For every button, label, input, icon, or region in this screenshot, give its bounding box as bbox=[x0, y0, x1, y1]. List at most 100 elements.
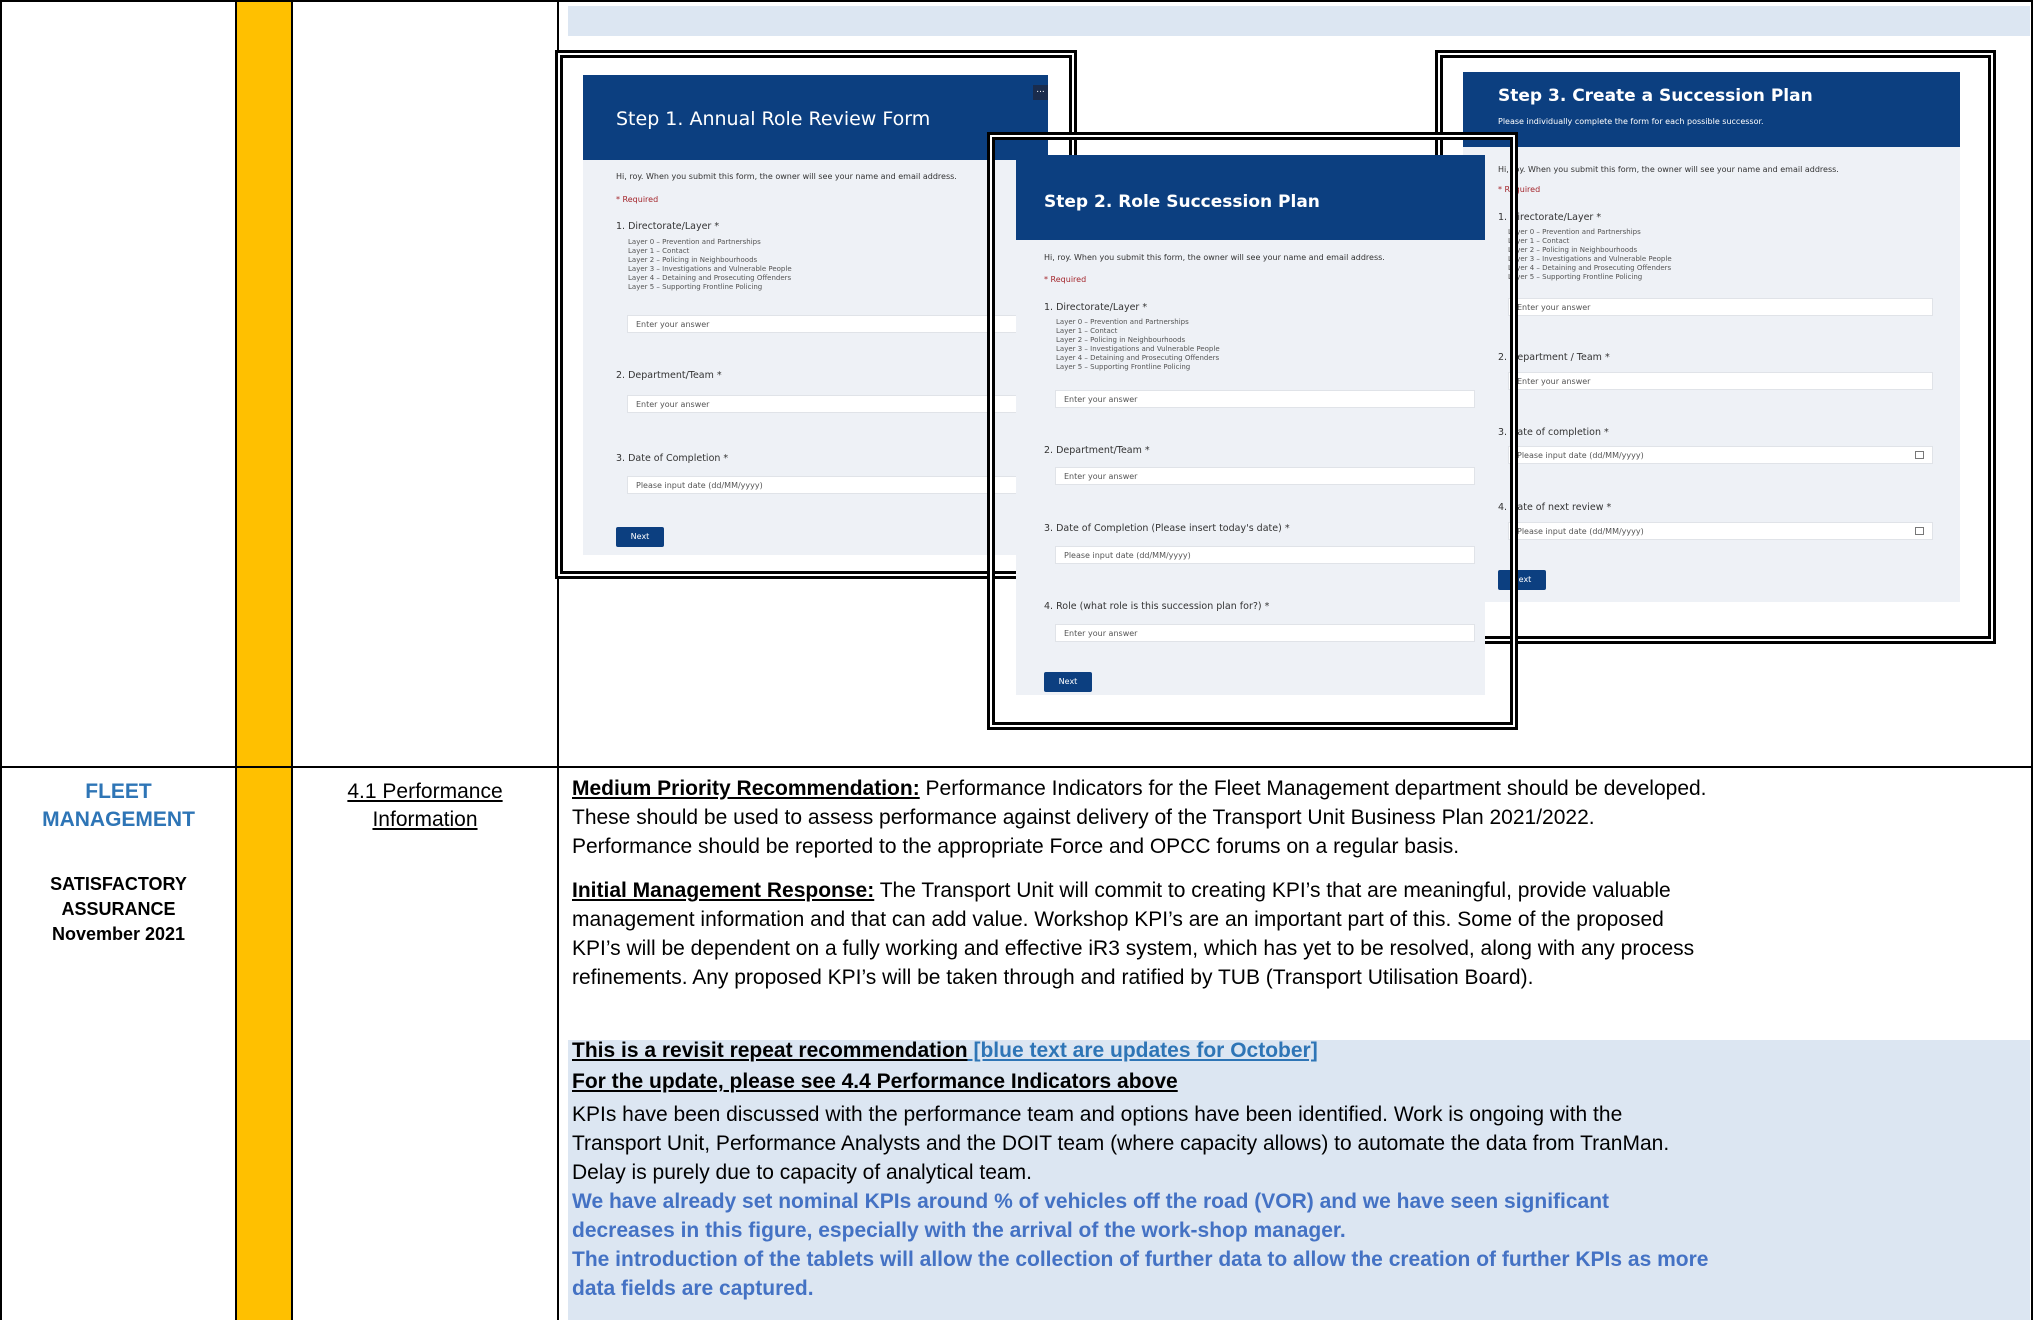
assurance-date: November 2021 bbox=[51, 924, 186, 944]
table-border-right bbox=[2031, 0, 2033, 1320]
repeat-note: [blue text are updates for October] bbox=[967, 1039, 1318, 1062]
form1-q3-input[interactable]: Please input date (dd/MM/yyyy) bbox=[627, 476, 1048, 494]
form2-q3-label: 3. Date of Completion (Please insert tod… bbox=[1044, 523, 1290, 534]
response-line-3: KPI’s will be dependent on a fully worki… bbox=[572, 937, 1695, 960]
form2-screenshot: Step 2. Role Succession Plan Hi, roy. Wh… bbox=[1016, 155, 1485, 695]
form3-screenshot: Step 3. Create a Succession Plan Please … bbox=[1463, 72, 1960, 602]
form2-next-button[interactable]: Next bbox=[1044, 672, 1092, 692]
form3-layer-3: Layer 3 – Investigations and Vulnerable … bbox=[1508, 255, 1672, 263]
recommendation-heading: Medium Priority Recommendation: bbox=[572, 777, 920, 800]
form1-q2-label: 2. Department/Team * bbox=[616, 370, 722, 381]
form1-more-button[interactable]: ... bbox=[1033, 85, 1048, 100]
form1-intro: Hi, roy. When you submit this form, the … bbox=[616, 172, 957, 181]
form1-layer-2: Layer 2 – Policing in Neighbourhoods bbox=[628, 256, 758, 264]
form2-q3-input[interactable]: Please input date (dd/MM/yyyy) bbox=[1055, 546, 1475, 564]
form2-q1-label: 1. Directorate/Layer * bbox=[1044, 302, 1148, 313]
update-blue-1: We have already set nominal KPIs around … bbox=[572, 1190, 1610, 1213]
form3-header: Step 3. Create a Succession Plan Please … bbox=[1463, 72, 1960, 147]
form2-layer-1: Layer 1 – Contact bbox=[1056, 327, 1118, 335]
update-body-3: Delay is purely due to capacity of analy… bbox=[572, 1161, 1032, 1184]
form2-q2-input[interactable]: Enter your answer bbox=[1055, 467, 1475, 485]
form2-required: * Required bbox=[1044, 275, 1087, 284]
form1-q3-label: 3. Date of Completion * bbox=[616, 453, 729, 464]
calendar-icon[interactable] bbox=[1915, 527, 1924, 535]
form1-required: * Required bbox=[616, 195, 659, 204]
reference-line-2: Information bbox=[372, 808, 478, 831]
table-border-left bbox=[0, 0, 2, 1320]
repeat-heading-line: This is a revisit repeat recommendation … bbox=[572, 1036, 1318, 1065]
table-divider-1 bbox=[235, 0, 237, 1320]
form1-layer-3: Layer 3 – Investigations and Vulnerable … bbox=[628, 265, 792, 273]
form3-q1-input[interactable]: Enter your answer bbox=[1508, 298, 1933, 316]
response-heading: Initial Management Response: bbox=[572, 879, 875, 902]
form2-q1-input[interactable]: Enter your answer bbox=[1055, 390, 1475, 408]
form1-next-button[interactable]: Next bbox=[616, 527, 664, 547]
form2-layer-0: Layer 0 – Prevention and Partnerships bbox=[1056, 318, 1189, 326]
see-heading: For the update, please see 4.4 Performan… bbox=[572, 1070, 1178, 1093]
response-line-2: management information and that can add … bbox=[572, 908, 1664, 931]
form3-q3-placeholder: Please input date (dd/MM/yyyy) bbox=[1517, 451, 1644, 460]
assurance-line-2: ASSURANCE bbox=[61, 899, 176, 919]
form3-q4-input[interactable]: Please input date (dd/MM/yyyy) bbox=[1508, 522, 1933, 540]
form1-title: Step 1. Annual Role Review Form bbox=[616, 108, 931, 130]
form2-header: Step 2. Role Succession Plan bbox=[1016, 155, 1485, 240]
form2-q4-input[interactable]: Enter your answer bbox=[1055, 624, 1475, 642]
form2-q4-label: 4. Role (what role is this succession pl… bbox=[1044, 601, 1270, 612]
recommendation-line-2: These should be used to assess performan… bbox=[572, 806, 1595, 829]
response-line-1: Initial Management Response: The Transpo… bbox=[572, 876, 1671, 905]
update-blue-2: decreases in this figure, especially wit… bbox=[572, 1219, 1346, 1242]
category-line-1: FLEET bbox=[85, 780, 152, 803]
form3-title: Step 3. Create a Succession Plan bbox=[1498, 86, 1813, 106]
assurance-label: SATISFACTORY ASSURANCE November 2021 bbox=[2, 872, 235, 947]
form2-title: Step 2. Role Succession Plan bbox=[1044, 192, 1320, 212]
form1-screenshot: Step 1. Annual Role Review Form ... Hi, … bbox=[583, 75, 1048, 555]
response-line-4: refinements. Any proposed KPI’s will be … bbox=[572, 966, 1534, 989]
reference-link[interactable]: 4.1 Performance Information bbox=[293, 778, 557, 834]
update-body-1: KPIs have been discussed with the perfor… bbox=[572, 1103, 1623, 1126]
form1-q2-input[interactable]: Enter your answer bbox=[627, 395, 1048, 413]
form2-q2-label: 2. Department/Team * bbox=[1044, 445, 1150, 456]
repeat-heading: This is a revisit repeat recommendation bbox=[572, 1039, 968, 1062]
form3-q4-placeholder: Please input date (dd/MM/yyyy) bbox=[1517, 527, 1644, 536]
form3-layer-1: Layer 1 – Contact bbox=[1508, 237, 1570, 245]
category-line-2: MANAGEMENT bbox=[42, 808, 195, 831]
form2-intro: Hi, roy. When you submit this form, the … bbox=[1044, 253, 1385, 262]
form2-layer-4: Layer 4 – Detaining and Prosecuting Offe… bbox=[1056, 354, 1220, 362]
form1-layer-0: Layer 0 – Prevention and Partnerships bbox=[628, 238, 761, 246]
form1-more-icon: ... bbox=[1036, 85, 1045, 95]
form1-layer-4: Layer 4 – Detaining and Prosecuting Offe… bbox=[628, 274, 792, 282]
form3-q4-label: 4. Date of next review * bbox=[1498, 502, 1612, 513]
form3-q2-input[interactable]: Enter your answer bbox=[1508, 372, 1933, 390]
form2-layer-5: Layer 5 – Supporting Frontline Policing bbox=[1056, 363, 1191, 371]
form3-layers: Layer 0 – Prevention and Partnerships Lay… bbox=[1508, 228, 1672, 282]
form3-subtitle: Please individually complete the form fo… bbox=[1498, 117, 1764, 126]
form1-q1-input[interactable]: Enter your answer bbox=[627, 315, 1048, 333]
form3-intro: Hi, roy. When you submit this form, the … bbox=[1498, 165, 1839, 174]
update-blue-4: data fields are captured. bbox=[572, 1277, 814, 1300]
form3-layer-4: Layer 4 – Detaining and Prosecuting Offe… bbox=[1508, 264, 1672, 272]
reference-line-1: 4.1 Performance bbox=[347, 780, 503, 803]
form3-q2-label: 2. Department / Team * bbox=[1498, 352, 1610, 363]
calendar-icon[interactable] bbox=[1915, 451, 1924, 459]
response-text-1: The Transport Unit will commit to creati… bbox=[874, 879, 1671, 902]
form1-header: Step 1. Annual Role Review Form bbox=[583, 75, 1048, 160]
status-color-bar bbox=[236, 0, 292, 1320]
form1-q1-label: 1. Directorate/Layer * bbox=[616, 221, 720, 232]
recommendation-line-1: Medium Priority Recommendation: Performa… bbox=[572, 774, 1707, 803]
form3-q1-label: 1. Directorate/Layer * bbox=[1498, 212, 1602, 223]
category-label: FLEET MANAGEMENT bbox=[2, 778, 235, 834]
form3-q3-input[interactable]: Please input date (dd/MM/yyyy) bbox=[1508, 446, 1933, 464]
form2-layer-2: Layer 2 – Policing in Neighbourhoods bbox=[1056, 336, 1186, 344]
form1-layer-5: Layer 5 – Supporting Frontline Policing bbox=[628, 283, 763, 291]
form3-layer-5: Layer 5 – Supporting Frontline Policing bbox=[1508, 273, 1643, 281]
recommendation-line-3: Performance should be reported to the ap… bbox=[572, 835, 1460, 858]
table-divider-2 bbox=[291, 0, 293, 1320]
form1-layers: Layer 0 – Prevention and Partnerships Lay… bbox=[628, 238, 792, 292]
form3-layer-0: Layer 0 – Prevention and Partnerships bbox=[1508, 228, 1641, 236]
table-divider-3 bbox=[557, 0, 559, 1320]
recommendation-text-1: Performance Indicators for the Fleet Man… bbox=[919, 777, 1707, 800]
table-border-top bbox=[0, 0, 2033, 2]
form3-layer-2: Layer 2 – Policing in Neighbourhoods bbox=[1508, 246, 1638, 254]
form2-layer-3: Layer 3 – Investigations and Vulnerable … bbox=[1056, 345, 1220, 353]
form3-q3-label: 3. Date of completion * bbox=[1498, 427, 1609, 438]
